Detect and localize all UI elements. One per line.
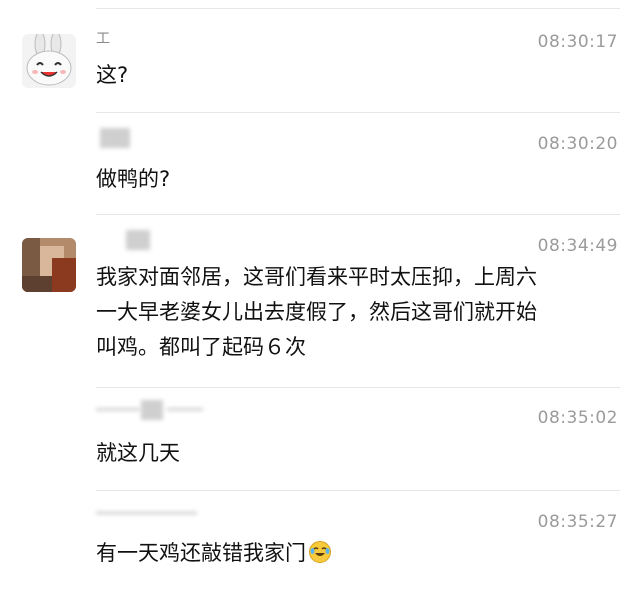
message-line: 这? bbox=[96, 63, 129, 87]
sender-name: 工 bbox=[96, 31, 110, 47]
message-line: 有一天鸡还敲错我家门 bbox=[96, 536, 616, 575]
photo-avatar-icon[interactable] bbox=[22, 238, 76, 292]
message-text: 这? bbox=[96, 58, 616, 93]
sender-name: ━━━━━━ ━━━━━ bbox=[96, 400, 203, 422]
message-divider bbox=[96, 214, 620, 215]
message-text: 我家对面邻居，这哥们看来平时太压抑，上周六 一大早老婆女儿出去度假了，然后这哥们… bbox=[96, 260, 616, 365]
laughing-tears-emoji-icon bbox=[308, 540, 332, 575]
sender-name: ━━━━━━━━━━━━━━ bbox=[96, 506, 198, 520]
message-line: 做鸭的? bbox=[96, 167, 171, 191]
message-timestamp: 08:30:17 bbox=[537, 32, 618, 52]
message-timestamp: 08:35:27 bbox=[537, 512, 618, 532]
sender-name bbox=[96, 230, 150, 252]
message-text: 有一天鸡还敲错我家门 bbox=[96, 536, 616, 575]
message-line: 一大早老婆女儿出去度假了，然后这哥们就开始 bbox=[96, 300, 537, 324]
message-timestamp: 08:35:02 bbox=[537, 408, 618, 428]
message-line: 就这几天 bbox=[96, 441, 180, 465]
message-timestamp: 08:34:49 bbox=[537, 236, 618, 256]
message-divider bbox=[96, 112, 620, 113]
message-divider bbox=[96, 490, 620, 491]
message-text: 就这几天 bbox=[96, 436, 616, 471]
message-timestamp: 08:30:20 bbox=[537, 134, 618, 154]
message-divider bbox=[96, 8, 620, 9]
message-line-text: 有一天鸡还敲错我家门 bbox=[96, 541, 306, 565]
message-line: 我家对面邻居，这哥们看来平时太压抑，上周六 bbox=[96, 265, 537, 289]
chat-history: 工 08:30:17 这? 08:30:20 做鸭的? 08:34:49 我家对… bbox=[0, 0, 640, 592]
cartoon-rabbit-avatar-icon[interactable] bbox=[22, 34, 76, 88]
message-line: 叫鸡。都叫了起码６次 bbox=[96, 335, 306, 359]
message-divider bbox=[96, 387, 620, 388]
sender-name bbox=[96, 128, 130, 150]
message-text: 做鸭的? bbox=[96, 162, 616, 197]
